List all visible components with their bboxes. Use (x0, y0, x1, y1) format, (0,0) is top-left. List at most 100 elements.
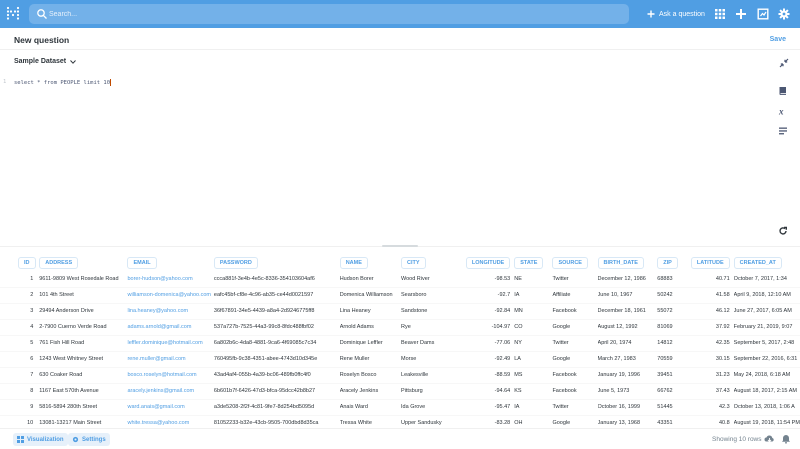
table-cell: February 21, 2019, 9:07 (733, 319, 800, 336)
table-cell[interactable]: adams.arnold@gmail.com (127, 319, 214, 336)
book-icon[interactable] (778, 86, 788, 96)
table-cell: 55072 (657, 303, 689, 320)
save-button[interactable]: Save (770, 36, 786, 43)
run-query-icon[interactable] (778, 226, 788, 236)
column-header[interactable]: CITY (401, 254, 455, 271)
collapse-editor-icon[interactable] (779, 58, 789, 68)
table-cell: Rene Muller (339, 351, 402, 368)
table-cell: 2-7900 Cuerno Verde Road (39, 319, 128, 336)
table-cell[interactable]: bosco.roselyn@hotmail.com (127, 367, 214, 384)
table-cell: -95.47 (455, 399, 515, 416)
table-cell: 31.23 (688, 367, 734, 384)
table-cell[interactable]: williamson-domenica@yahoo.com (127, 287, 214, 304)
column-header[interactable]: ID (0, 254, 39, 271)
table-cell: September 22, 2016, 6:31 (733, 351, 800, 368)
grid-icon[interactable] (714, 8, 726, 20)
table-cell[interactable]: leffler.dominique@hotmail.com (127, 335, 214, 352)
table-cell: CO (514, 319, 553, 336)
table-cell: Morse (401, 351, 456, 368)
table-cell: Facebook (552, 383, 598, 400)
line-number: 1 (3, 79, 7, 85)
column-header[interactable]: STATE (514, 254, 552, 271)
column-header[interactable]: BIRTH_DATE (597, 254, 658, 271)
table-cell: eafc45bf-cf8e-4c96-ab35-ce44d0021597 (213, 287, 340, 304)
table-row: 9 5816-5894 280th Street ward.anais@gmail.… (0, 399, 800, 416)
table-cell: 9611-9809 West Rosedale Road (39, 271, 128, 288)
table-cell[interactable]: ward.anais@gmail.com (127, 399, 214, 416)
column-header[interactable]: SOURCE (552, 254, 597, 271)
table-cell[interactable]: rene.muller@gmail.com (127, 351, 214, 368)
table-cell: Domenica Williamson (339, 287, 402, 304)
table-cell: 30.15 (688, 351, 734, 368)
table-cell: June 10, 1967 (597, 287, 658, 304)
sql-editor[interactable] (0, 75, 770, 245)
column-header[interactable]: PASSWORD (213, 254, 340, 271)
column-header[interactable]: ADDRESS (39, 254, 127, 271)
table-cell: Sandstone (401, 303, 456, 320)
table-cell: Facebook (552, 303, 598, 320)
table-row: 5 761 Fish Hill Road leffler.dominique@hot… (0, 335, 800, 352)
column-header[interactable]: CREATED_AT (733, 254, 800, 271)
table-cell[interactable]: lina.heaney@yahoo.com (127, 303, 214, 320)
metabase-logo-icon[interactable] (6, 6, 20, 22)
table-cell: 36f67891-34e5-4439-a8a4-2d9246775ff8 (213, 303, 340, 320)
table-cell: January 19, 1996 (597, 367, 658, 384)
variable-icon[interactable]: x (778, 106, 788, 117)
question-title[interactable]: New question (14, 35, 69, 45)
column-header[interactable]: NAME (339, 254, 401, 271)
table-cell: NE (514, 271, 553, 288)
table-cell: 6a802b6c-4da8-4881-9ca6-4f69085c7c34 (213, 335, 340, 352)
table-cell[interactable]: borer-hudson@yahoo.com (127, 271, 214, 288)
table-cell: -88.59 (455, 367, 515, 384)
settings-button[interactable]: Settings (68, 433, 110, 446)
table-cell: 5816-5894 280th Street (39, 399, 128, 416)
gear-icon[interactable] (778, 8, 790, 20)
resize-handle[interactable] (382, 245, 418, 247)
table-cell: 761 Fish Hill Road (39, 335, 128, 352)
table-cell: 81069 (657, 319, 689, 336)
visualization-button[interactable]: Visualization (13, 433, 68, 446)
table-row: 6 1243 West Whitney Street rene.muller@gma… (0, 351, 800, 368)
table-cell: 2 (0, 287, 40, 304)
settings-gear-icon (72, 436, 79, 443)
table-cell: 39451 (657, 367, 689, 384)
download-icon[interactable] (764, 434, 775, 444)
add-icon[interactable] (735, 8, 747, 20)
table-cell: 8 (0, 383, 40, 400)
column-header[interactable]: LONGITUDE (455, 254, 514, 271)
alert-bell-icon[interactable] (781, 434, 791, 444)
table-cell: -98.53 (455, 271, 515, 288)
snippet-icon[interactable] (778, 126, 788, 136)
data-reference-icon[interactable] (757, 8, 769, 20)
sql-code[interactable]: select * from PEOPLE limit 10 (14, 79, 112, 86)
table-cell[interactable]: aracely.jenkins@gmail.com (127, 383, 214, 400)
search-box[interactable] (29, 4, 629, 24)
column-header[interactable]: EMAIL (127, 254, 213, 271)
ask-question-button[interactable]: Ask a question (647, 8, 705, 20)
table-cell: June 5, 1973 (597, 383, 658, 400)
table-cell: 66762 (657, 383, 689, 400)
table-cell: Twitter (552, 399, 598, 416)
table-row: 2 101 4th Street williamson-domenica@yahoo… (0, 287, 800, 304)
table-cell: 9 (0, 399, 40, 416)
table-cell: 6 (0, 351, 40, 368)
table-cell: 42.35 (688, 335, 734, 352)
table-cell: March 27, 1983 (597, 351, 658, 368)
table-row: 7 630 Coaker Road bosco.roselyn@hotmail.co… (0, 367, 800, 384)
table-cell: June 27, 2017, 6:05 AM (733, 303, 800, 320)
table-row: 3 29494 Anderson Drive lina.heaney@yahoo.c… (0, 303, 800, 320)
plus-icon (647, 10, 655, 18)
table-cell: October 16, 1999 (597, 399, 658, 416)
table-cell: 1 (0, 271, 40, 288)
table-cell: 41.58 (688, 287, 734, 304)
table-cell: 68883 (657, 271, 689, 288)
column-header[interactable]: LATITUDE (688, 254, 733, 271)
column-header[interactable]: ZIP (657, 254, 688, 271)
table-cell: 40.71 (688, 271, 734, 288)
table-cell: 51445 (657, 399, 689, 416)
table-cell: Hudson Borer (339, 271, 402, 288)
database-selector[interactable]: Sample Dataset (14, 58, 77, 65)
table-cell: 1167 East 570th Avenue (39, 383, 128, 400)
search-input[interactable] (49, 7, 609, 21)
svg-text:x: x (778, 107, 784, 117)
